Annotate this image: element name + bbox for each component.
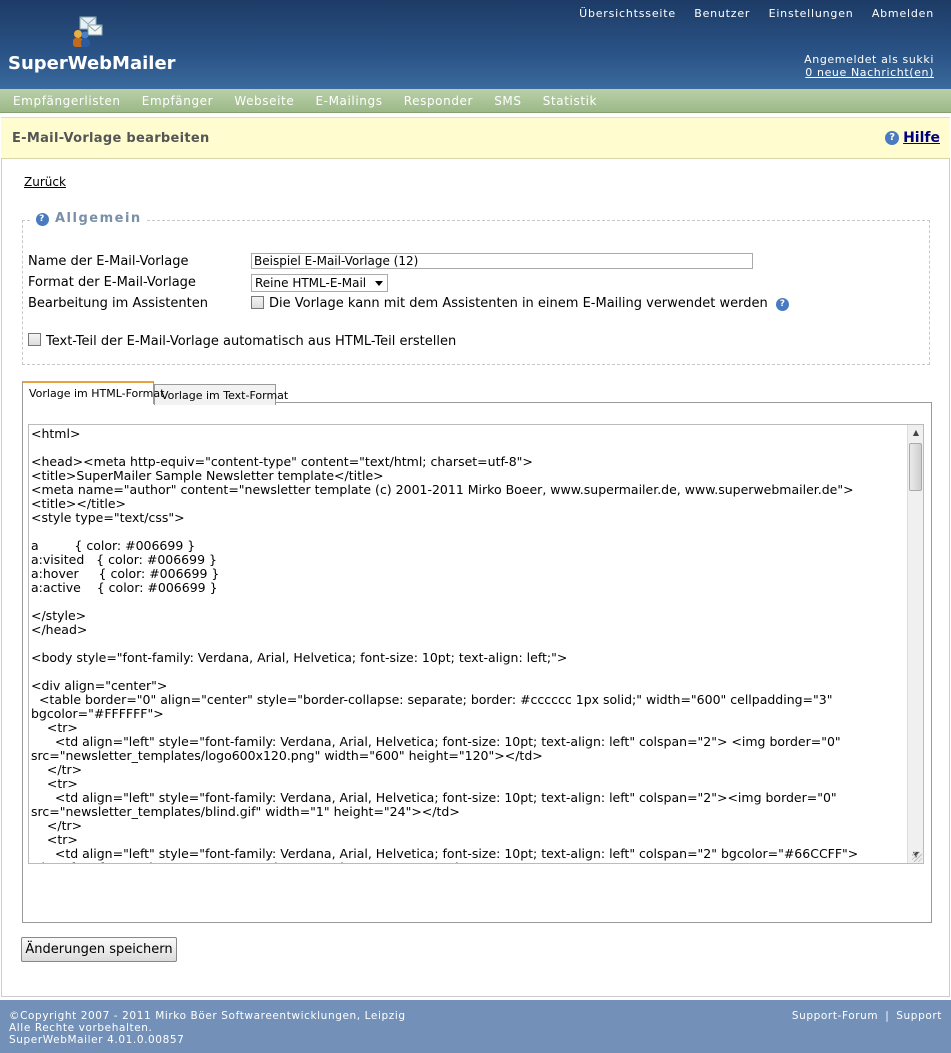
general-legend: ? Allgemein <box>32 211 146 226</box>
scroll-thumb[interactable] <box>909 443 922 491</box>
template-format-label: Format der E-Mail-Vorlage <box>28 275 196 290</box>
scroll-up-icon[interactable]: ▲ <box>908 425 923 441</box>
menu-recipients[interactable]: Empfänger <box>142 89 213 108</box>
autotext-checkbox-label: Text-Teil der E-Mail-Vorlage automatisch… <box>46 334 457 349</box>
main-menu: Empfängerlisten Empfänger Webseite E-Mai… <box>0 89 951 113</box>
html-editor-content[interactable]: <html> <head><meta http-equiv="content-t… <box>31 427 907 864</box>
editor-scrollbar[interactable]: ▲ ▼ <box>907 425 923 863</box>
template-format-value: Reine HTML-E-Mail <box>255 276 367 290</box>
logged-in-user: Angemeldet als sukki <box>804 53 934 66</box>
help-link[interactable]: ? Hilfe <box>885 130 940 146</box>
menu-responder[interactable]: Responder <box>404 89 473 108</box>
menu-website[interactable]: Webseite <box>234 89 294 108</box>
menu-recipient-lists[interactable]: Empfängerlisten <box>13 89 121 108</box>
footer-separator: | <box>885 1010 890 1022</box>
template-name-input[interactable] <box>251 253 753 269</box>
top-nav-users[interactable]: Benutzer <box>694 7 750 20</box>
autotext-checkbox[interactable] <box>28 333 41 346</box>
login-info: Angemeldet als sukki 0 neue Nachricht(en… <box>804 53 934 79</box>
mail-people-icon <box>73 16 103 47</box>
support-forum-link[interactable]: Support-Forum <box>792 1010 878 1022</box>
tab-html-format[interactable]: Vorlage im HTML-Format <box>22 381 164 404</box>
header: SuperWebMailer Übersichtsseite Benutzer … <box>0 0 951 89</box>
assistant-checkbox[interactable] <box>251 296 264 309</box>
html-editor[interactable]: <html> <head><meta http-equiv="content-t… <box>28 424 924 864</box>
top-nav-overview[interactable]: Übersichtsseite <box>579 7 676 20</box>
top-nav-logout[interactable]: Abmelden <box>872 7 934 20</box>
page-titlebar: E-Mail-Vorlage bearbeiten ? Hilfe <box>1 117 950 159</box>
tab-text-format[interactable]: Vorlage im Text-Format <box>154 384 288 405</box>
menu-sms[interactable]: SMS <box>494 89 521 108</box>
assistant-checkbox-text: Die Vorlage kann mit dem Assistenten in … <box>269 296 768 311</box>
menu-statistics[interactable]: Statistik <box>543 89 597 108</box>
template-name-label: Name der E-Mail-Vorlage <box>28 254 189 269</box>
save-changes-button[interactable]: Änderungen speichern <box>21 937 177 962</box>
footer-rights: Alle Rechte vorbehalten. <box>9 1022 153 1034</box>
footer-links: Support-Forum | Support <box>792 1010 942 1022</box>
help-icon[interactable]: ? <box>36 213 49 226</box>
footer-info: ©Copyright 2007 - 2011 Mirko Böer Softwa… <box>9 1010 406 1046</box>
help-label[interactable]: Hilfe <box>903 130 940 146</box>
top-nav-settings[interactable]: Einstellungen <box>769 7 854 20</box>
help-icon[interactable]: ? <box>885 131 900 145</box>
footer-copyright: ©Copyright 2007 - 2011 Mirko Böer Softwa… <box>9 1010 406 1022</box>
resize-grip-icon[interactable] <box>912 852 922 862</box>
general-legend-label: Allgemein <box>55 211 142 226</box>
assistant-label: Bearbeitung im Assistenten <box>28 296 208 311</box>
page-title: E-Mail-Vorlage bearbeiten <box>12 131 210 146</box>
messages-link[interactable]: 0 neue Nachricht(en) <box>804 66 934 79</box>
menu-emailings[interactable]: E-Mailings <box>315 89 382 108</box>
footer: ©Copyright 2007 - 2011 Mirko Böer Softwa… <box>0 1000 951 1053</box>
chevron-down-icon <box>375 281 383 286</box>
back-link[interactable]: Zurück <box>24 175 66 189</box>
support-link[interactable]: Support <box>896 1010 942 1022</box>
help-icon[interactable]: ? <box>775 298 789 311</box>
top-nav: Übersichtsseite Benutzer Einstellungen A… <box>565 7 934 20</box>
template-format-select[interactable]: Reine HTML-E-Mail <box>251 274 388 292</box>
assistant-checkbox-label: Die Vorlage kann mit dem Assistenten in … <box>269 296 789 311</box>
app-logo: SuperWebMailer <box>8 53 176 74</box>
footer-version: SuperWebMailer 4.01.0.00857 <box>9 1034 185 1046</box>
